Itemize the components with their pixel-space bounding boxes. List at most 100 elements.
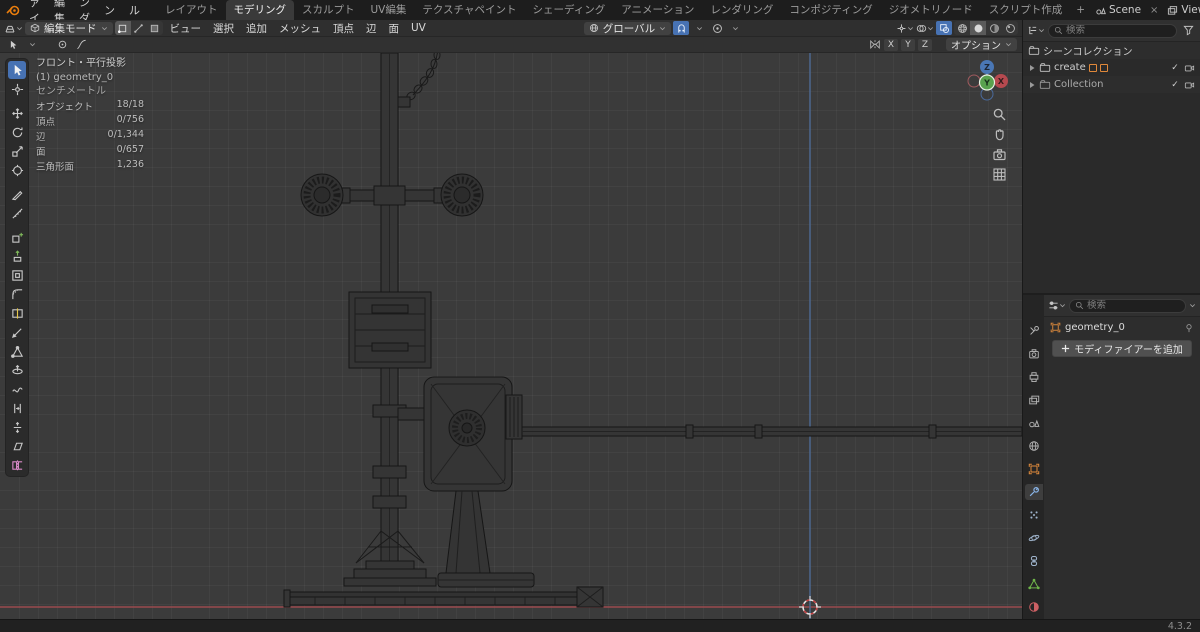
scene-selector[interactable]: Scene xyxy=(1091,3,1145,17)
tab-rendering[interactable]: レンダリング xyxy=(702,0,781,20)
viewlayer-selector[interactable]: ViewLayer xyxy=(1163,3,1200,17)
tab-texture-paint[interactable]: テクスチャペイント xyxy=(414,0,524,20)
menu-edge[interactable]: 辺 xyxy=(361,21,382,36)
tab-scene[interactable] xyxy=(1025,415,1043,431)
menu-uv[interactable]: UV xyxy=(406,22,431,34)
menu-mesh[interactable]: メッシュ xyxy=(274,21,326,36)
tab-modeling[interactable]: モデリング xyxy=(225,0,294,20)
editor-type-button[interactable] xyxy=(4,21,23,35)
shading-material-button[interactable] xyxy=(986,21,1002,35)
zoom-icon[interactable] xyxy=(992,107,1007,122)
falloff-icon-button[interactable] xyxy=(73,38,89,52)
tool-spin-button[interactable] xyxy=(8,361,26,379)
tool-add-cube-button[interactable] xyxy=(8,228,26,246)
mirror-y-toggle[interactable]: Y xyxy=(901,38,915,51)
outliner-search-input[interactable] xyxy=(1066,25,1171,36)
tab-object-data[interactable] xyxy=(1025,576,1043,592)
proportional-settings-dropdown[interactable] xyxy=(727,21,743,35)
properties-editor-type-button[interactable] xyxy=(1048,299,1066,313)
snap-toggle-button[interactable] xyxy=(673,21,690,35)
shading-solid-button[interactable] xyxy=(970,21,986,35)
tab-shading[interactable]: シェーディング xyxy=(524,0,613,20)
tab-output[interactable] xyxy=(1025,369,1043,385)
tool-transform-button[interactable] xyxy=(8,161,26,179)
menu-add[interactable]: 追加 xyxy=(241,21,272,36)
tool-tweak-button[interactable] xyxy=(8,61,26,79)
show-gizmo-dropdown[interactable] xyxy=(896,21,914,35)
tool-shrink-fatten-button[interactable] xyxy=(8,418,26,436)
tool-knife-button[interactable] xyxy=(8,323,26,341)
ortho-grid-icon[interactable] xyxy=(992,167,1007,182)
outliner-row-create[interactable]: create ✓ xyxy=(1023,59,1200,76)
mirror-x-toggle[interactable]: X xyxy=(884,38,898,51)
tab-view-layer[interactable] xyxy=(1025,392,1043,408)
tool-extrude-button[interactable] xyxy=(8,247,26,265)
camera-restrict-icon[interactable] xyxy=(1184,80,1195,90)
tool-cursor-button[interactable] xyxy=(8,80,26,98)
tab-object[interactable] xyxy=(1025,461,1043,477)
tool-shear-button[interactable] xyxy=(8,437,26,455)
tool-rip-region-button[interactable] xyxy=(8,456,26,474)
viewport-canvas[interactable]: フロント・平行投影 (1) geometry_0 センチメートル オブジェクト 1… xyxy=(0,53,1022,619)
tool-smooth-button[interactable] xyxy=(8,380,26,398)
tab-uv-editing[interactable]: UV編集 xyxy=(363,0,415,20)
blender-logo-icon[interactable] xyxy=(6,3,20,17)
checkbox-icon[interactable]: ✓ xyxy=(1169,80,1181,90)
menu-view[interactable]: ビュー xyxy=(165,21,207,36)
snap-settings-dropdown[interactable] xyxy=(691,21,707,35)
outliner-row-scene-collection[interactable]: シーンコレクション xyxy=(1023,42,1200,59)
edge-select-mode-button[interactable] xyxy=(131,21,147,35)
tool-move-button[interactable] xyxy=(8,104,26,122)
tab-animation[interactable]: アニメーション xyxy=(613,0,702,20)
outliner-editor-type-button[interactable] xyxy=(1027,24,1045,38)
xray-toggle-button[interactable] xyxy=(936,21,952,35)
tool-inset-button[interactable] xyxy=(8,266,26,284)
snap-target-icon-button[interactable] xyxy=(54,38,70,52)
proportional-edit-button[interactable] xyxy=(709,21,725,35)
tab-particles[interactable] xyxy=(1025,507,1043,523)
add-modifier-button[interactable]: モディファイアーを追加 xyxy=(1052,340,1192,357)
tab-modifiers[interactable] xyxy=(1024,484,1043,500)
tab-physics[interactable] xyxy=(1025,530,1043,546)
tool-bevel-button[interactable] xyxy=(8,285,26,303)
tab-geometry-nodes[interactable]: ジオメトリノード xyxy=(881,0,981,20)
camera-restrict-icon[interactable] xyxy=(1184,63,1195,73)
checkbox-icon[interactable]: ✓ xyxy=(1169,63,1181,73)
properties-searchbox[interactable] xyxy=(1069,298,1186,313)
face-select-mode-button[interactable] xyxy=(147,21,163,35)
vertex-select-mode-button[interactable] xyxy=(114,21,131,35)
breadcrumb-object-name[interactable]: geometry_0 xyxy=(1065,322,1125,333)
mirror-z-toggle[interactable]: Z xyxy=(918,38,932,51)
tool-loop-cut-button[interactable] xyxy=(8,304,26,322)
tab-render[interactable] xyxy=(1025,346,1043,362)
tool-scale-button[interactable] xyxy=(8,142,26,160)
chevron-down-icon[interactable] xyxy=(1189,302,1196,309)
tool-rotate-button[interactable] xyxy=(8,123,26,141)
tool-fallback-dropdown[interactable] xyxy=(24,38,40,52)
tab-world[interactable] xyxy=(1025,438,1043,454)
tool-annotate-button[interactable] xyxy=(8,185,26,203)
properties-search-input[interactable] xyxy=(1087,300,1180,311)
tab-constraints[interactable] xyxy=(1025,553,1043,569)
options-dropdown[interactable]: オプション xyxy=(946,38,1017,52)
outliner-filter-button[interactable] xyxy=(1180,24,1196,38)
active-tool-button[interactable] xyxy=(5,38,21,52)
disclosure-triangle-icon[interactable] xyxy=(1028,81,1036,89)
camera-view-icon[interactable] xyxy=(992,147,1007,162)
disclosure-triangle-icon[interactable] xyxy=(1028,64,1036,72)
pan-hand-icon[interactable] xyxy=(992,127,1007,142)
menu-select[interactable]: 選択 xyxy=(208,21,239,36)
tab-tool[interactable] xyxy=(1025,323,1043,339)
outliner-searchbox[interactable] xyxy=(1048,23,1177,38)
tab-sculpting[interactable]: スカルプト xyxy=(294,0,363,20)
show-overlays-dropdown[interactable] xyxy=(916,21,934,35)
tool-edge-slide-button[interactable] xyxy=(8,399,26,417)
tab-compositing[interactable]: コンポジティング xyxy=(781,0,880,20)
add-workspace-button[interactable]: + xyxy=(1070,4,1091,16)
shading-wireframe-button[interactable] xyxy=(954,21,970,35)
menu-face[interactable]: 面 xyxy=(384,21,405,36)
tab-layout[interactable]: レイアウト xyxy=(157,0,226,20)
tab-scripting[interactable]: スクリプト作成 xyxy=(981,0,1071,20)
pin-icon[interactable] xyxy=(1184,323,1194,333)
scene-unlink-icon[interactable]: × xyxy=(1148,5,1160,16)
